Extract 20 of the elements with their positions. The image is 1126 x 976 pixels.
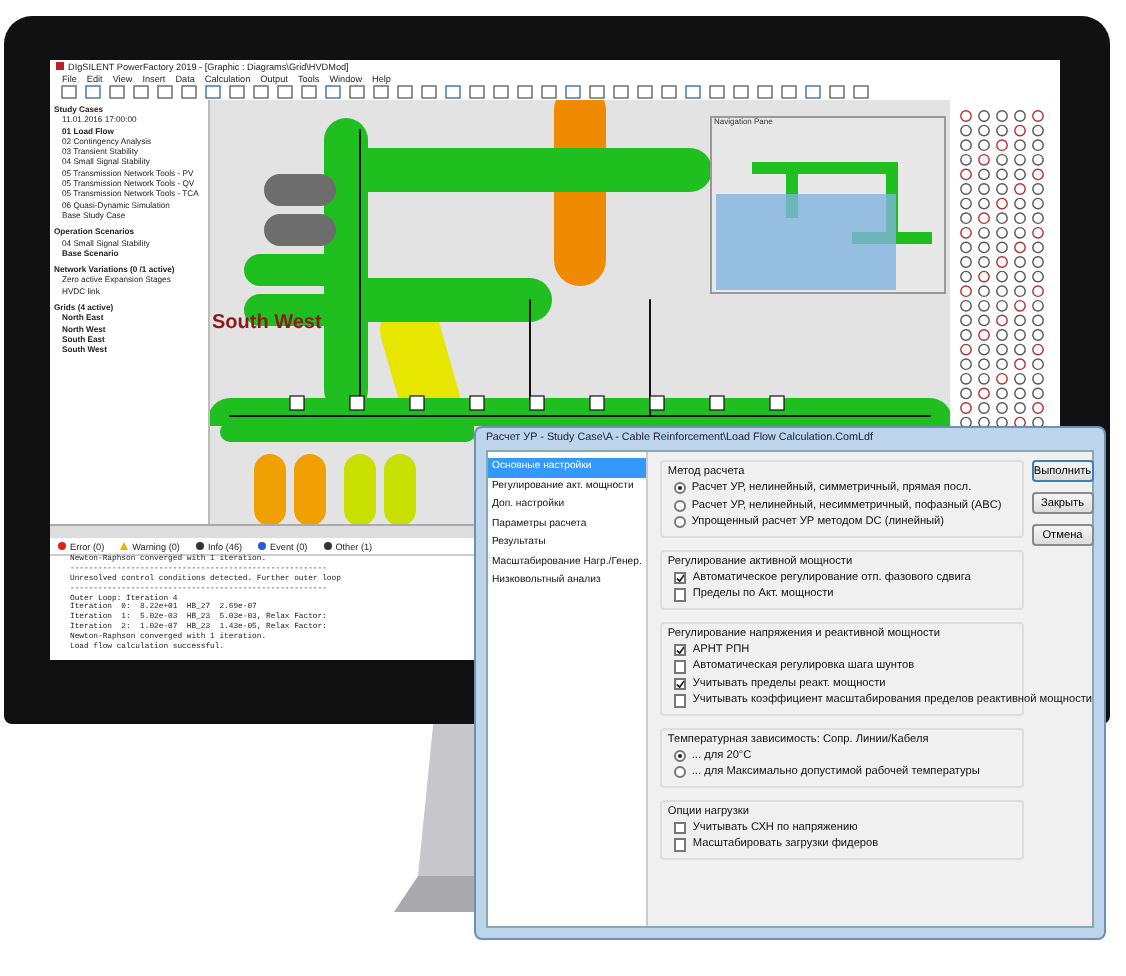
radio-button[interactable] bbox=[673, 516, 686, 529]
checkbox[interactable] bbox=[673, 821, 687, 834]
info-icon bbox=[195, 542, 204, 550]
error-icon bbox=[58, 542, 66, 550]
checkbox[interactable] bbox=[673, 643, 687, 656]
diagram-drawing[interactable] bbox=[210, 100, 950, 426]
checkbox[interactable] bbox=[673, 677, 687, 690]
other-icon bbox=[323, 542, 332, 550]
radio-button[interactable] bbox=[673, 749, 686, 762]
checkbox[interactable] bbox=[673, 571, 687, 584]
warning-icon bbox=[120, 542, 129, 550]
checkbox[interactable] bbox=[673, 588, 687, 601]
checkbox[interactable] bbox=[673, 694, 687, 707]
event-icon bbox=[258, 542, 267, 550]
radio-button[interactable] bbox=[673, 482, 686, 495]
radio-button[interactable] bbox=[673, 766, 686, 779]
checkbox[interactable] bbox=[673, 838, 687, 851]
app-icon bbox=[56, 62, 64, 70]
radio-button[interactable] bbox=[673, 499, 686, 512]
checkbox[interactable] bbox=[673, 660, 687, 673]
